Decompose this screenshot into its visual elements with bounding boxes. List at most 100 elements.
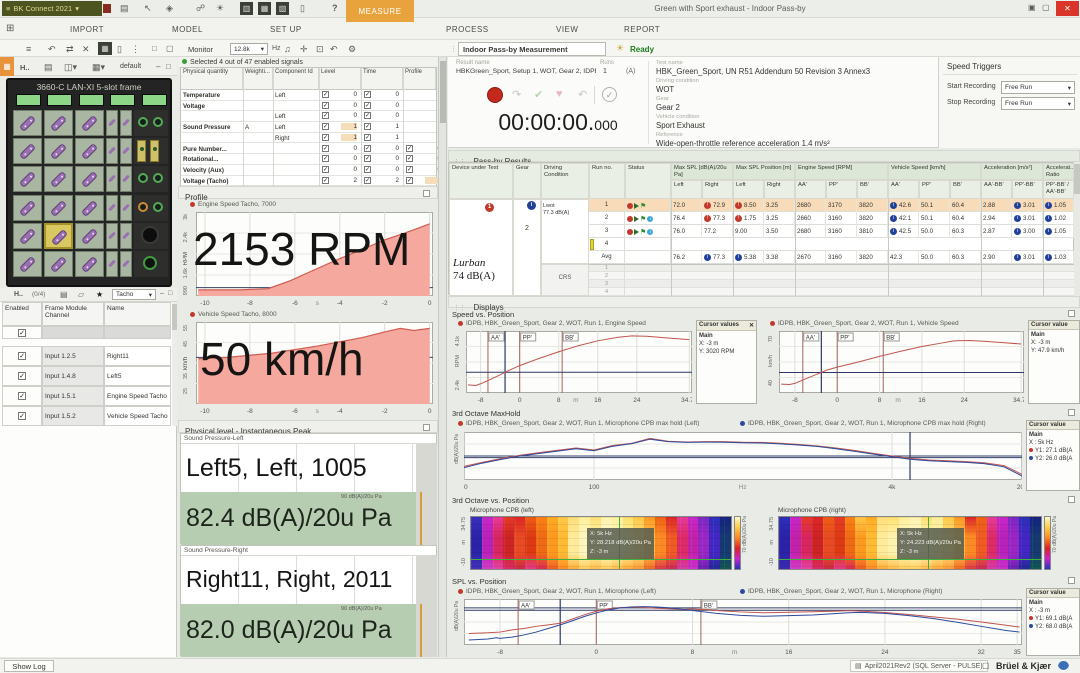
result-run-row[interactable]: 2 <box>589 272 1074 280</box>
enabled-checkbox[interactable]: ✓ <box>18 329 26 337</box>
io-slot[interactable] <box>134 195 168 221</box>
restore-icon[interactable]: ▢ <box>1042 3 1050 12</box>
lasso-icon[interactable]: ☍ <box>196 3 205 14</box>
io-slot[interactable] <box>134 251 168 277</box>
pointer-icon[interactable]: ↖ <box>144 3 152 14</box>
signal-checkbox[interactable]: ✓ <box>322 112 329 119</box>
signal-checkbox[interactable]: ✓ <box>364 123 371 130</box>
enabled-checkbox[interactable]: ✓ <box>18 352 26 360</box>
hardware-tab[interactable]: H.. <box>20 63 30 72</box>
signal-checkbox[interactable]: ✓ <box>364 102 371 109</box>
save-icon[interactable]: ▤ <box>44 62 53 73</box>
channel-tab[interactable]: H.. <box>14 291 23 298</box>
minimize-icon[interactable]: ▣ <box>1028 3 1036 12</box>
module-slot[interactable] <box>13 166 42 192</box>
module-slot[interactable] <box>75 110 104 136</box>
channel-table-scrollbar[interactable] <box>172 302 177 426</box>
signal-checkbox[interactable]: ✓ <box>322 145 329 152</box>
signal-checkbox[interactable]: ✓ <box>406 177 413 184</box>
ribbon-grid-icon[interactable]: ⊞ <box>6 23 14 34</box>
engine-speed-plot[interactable]: -808162434.75mAA'PP'BB' <box>466 331 692 404</box>
start-recording-select[interactable]: Free Run▾ <box>1001 81 1075 94</box>
filter-cell[interactable] <box>42 326 104 339</box>
result-run-row[interactable]: 4 <box>589 238 1074 251</box>
module-slot[interactable] <box>106 195 118 221</box>
signal-checkbox[interactable]: ✓ <box>364 91 371 98</box>
table-row[interactable]: ✓ <box>2 386 42 406</box>
settings-icon[interactable]: ⚙ <box>348 44 356 55</box>
tab-process[interactable]: PROCESS <box>446 25 489 34</box>
module-slot[interactable] <box>13 138 42 164</box>
record-button[interactable] <box>487 87 503 103</box>
module-slot[interactable] <box>106 138 118 164</box>
save-icon[interactable]: ▤ <box>60 290 68 299</box>
tab-report[interactable]: REPORT <box>624 25 660 34</box>
table-row[interactable]: ✓ <box>2 366 42 386</box>
signal-checkbox[interactable]: ✓ <box>322 102 329 109</box>
stop-recording-select[interactable]: Free Run▾ <box>1001 97 1075 110</box>
overlap-icon[interactable]: ▢ <box>166 44 174 53</box>
module-slot[interactable] <box>120 110 132 136</box>
maximize-icon[interactable]: □ <box>168 290 172 297</box>
result-run-row[interactable]: 3 <box>589 280 1074 288</box>
accept-run-button[interactable]: ✔ <box>534 88 543 101</box>
move-icon[interactable]: ✛ <box>300 44 308 55</box>
tab-measure[interactable]: MEASURE <box>346 0 414 22</box>
help-icon[interactable]: ? <box>332 3 338 13</box>
app-menu-button[interactable]: ≡ BK Connect 2021 ▾ <box>2 1 102 16</box>
vehicle-speed-plot[interactable]: -808162434.75mAA'PP'BB' <box>779 331 1024 404</box>
module-slot[interactable] <box>13 251 42 277</box>
enabled-checkbox[interactable]: ✓ <box>18 372 26 380</box>
grid-select-icon[interactable]: ▦▾ <box>92 62 105 73</box>
module-slot[interactable] <box>120 251 132 277</box>
reject-run-button[interactable]: ♥ <box>556 88 563 100</box>
cursor-values-panel[interactable]: Cursor value Main X : 5k Hz Y1: 27.1 dB(… <box>1026 420 1080 491</box>
module-slot[interactable] <box>75 166 104 192</box>
module-slot[interactable] <box>120 166 132 192</box>
tab-indoor-passby-measurement[interactable]: Indoor Pass-by Measurement <box>458 42 606 56</box>
enabled-checkbox[interactable]: ✓ <box>18 392 26 400</box>
expand-icon[interactable] <box>423 190 430 197</box>
module-slot[interactable] <box>75 251 104 277</box>
module-slot[interactable] <box>44 166 73 192</box>
result-run-row[interactable]: 4 <box>589 288 1074 296</box>
layout-1-icon[interactable]: ▥ <box>240 2 253 15</box>
menu-icon[interactable]: ≡ <box>26 44 31 54</box>
io-slot[interactable] <box>134 110 168 136</box>
result-run-row[interactable]: 2⚑i76.4!77.3!1.753.25266031603820i42.150… <box>589 212 1074 225</box>
vertical-scrollbar[interactable] <box>438 57 447 657</box>
io-slot[interactable] <box>134 138 168 164</box>
result-run-row[interactable]: 1 <box>589 264 1074 272</box>
microphone-cpb-left-heatmap[interactable]: X: 5k Hz Y: 28.218 dB(A)/20u Pa Z: -3 m <box>470 516 732 570</box>
module-slot[interactable] <box>13 110 42 136</box>
module-slot[interactable] <box>44 251 73 277</box>
expand-icon[interactable] <box>1068 496 1075 503</box>
module-slot[interactable] <box>44 110 73 136</box>
expand-icon[interactable] <box>423 424 430 431</box>
table-view-icon[interactable]: ▦ <box>98 42 112 55</box>
maximize-icon[interactable]: □ <box>166 62 171 71</box>
tag-icon[interactable]: ◈ <box>166 3 173 14</box>
minimize-icon[interactable]: – <box>160 290 164 297</box>
cursor-values-panel[interactable]: Cursor value Main X: -3 m Y: 47.9 km/h <box>1028 320 1080 404</box>
module-slot[interactable] <box>120 195 132 221</box>
close-icon[interactable]: ✕ <box>749 322 754 329</box>
signal-checkbox[interactable]: ✓ <box>322 134 329 141</box>
filter-cell[interactable] <box>104 326 171 339</box>
module-slot[interactable] <box>75 195 104 221</box>
table-row[interactable]: ✓ <box>2 406 42 426</box>
signal-checkbox[interactable]: ✓ <box>322 166 329 173</box>
module-slot[interactable] <box>44 195 73 221</box>
tab-setup[interactable]: SET UP <box>270 25 302 34</box>
checkbox-icon[interactable]: ▢ <box>982 661 990 670</box>
enabled-checkbox[interactable]: ✓ <box>18 412 26 420</box>
signal-checkbox[interactable]: ✓ <box>406 166 413 173</box>
module-slot[interactable] <box>44 223 73 249</box>
io-slot[interactable] <box>134 223 168 249</box>
spl-plot[interactable]: -80816243235mAA'PP'BB' <box>464 599 1022 656</box>
signal-checkbox[interactable]: ✓ <box>364 166 371 173</box>
redo-run-button[interactable]: ↶ <box>578 88 587 101</box>
io-slot[interactable] <box>134 166 168 192</box>
signal-checkbox[interactable]: ✓ <box>406 155 413 162</box>
layout-3-icon[interactable]: ▧ <box>276 2 289 15</box>
